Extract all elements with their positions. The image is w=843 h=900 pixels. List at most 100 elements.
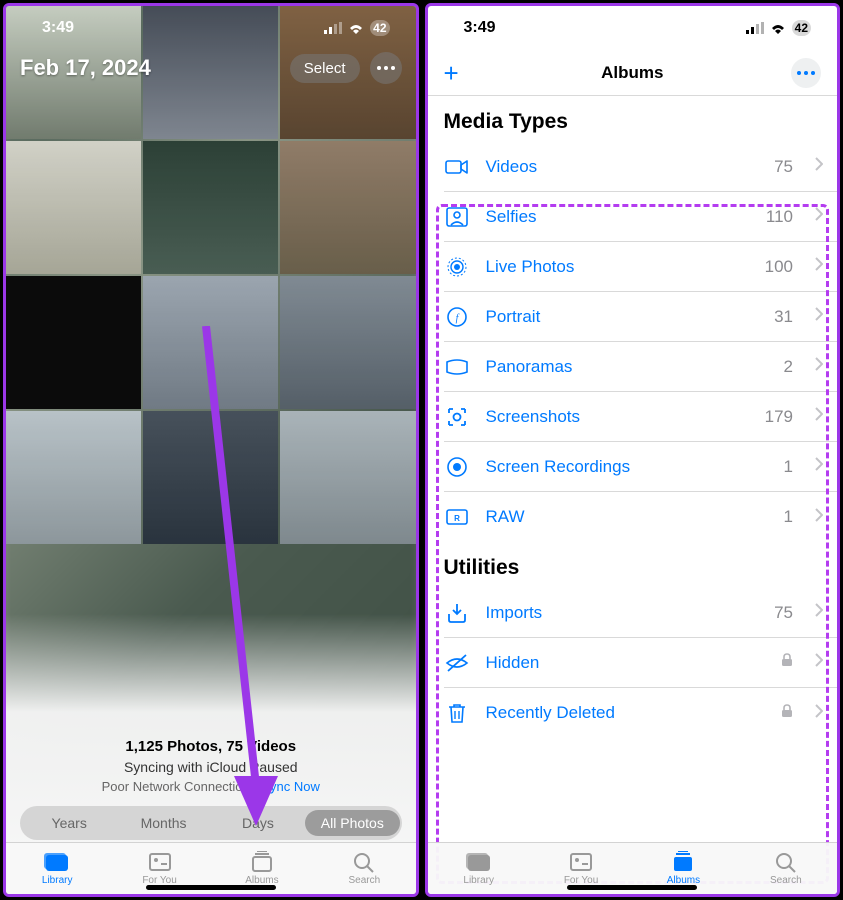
album-row-selfie[interactable]: Selfies110 (444, 192, 838, 242)
battery-indicator: 42 (370, 20, 389, 36)
album-row-count: 2 (784, 357, 793, 377)
phone-library-screen: 3:49 42 Feb 17, 2024 Select 1,125 Photos… (3, 3, 419, 897)
album-row-label: Recently Deleted (486, 703, 762, 723)
search-icon (773, 851, 799, 873)
segment-months[interactable]: Months (116, 810, 210, 836)
chevron-right-icon (815, 307, 823, 326)
trash-icon (444, 702, 470, 724)
library-icon (466, 851, 492, 873)
photo-thumbnail[interactable] (6, 141, 141, 274)
library-count: 1,125 Photos, 75 Videos (125, 738, 296, 755)
svg-text:f: f (455, 313, 459, 324)
segment-days[interactable]: Days (211, 810, 305, 836)
segment-all-photos[interactable]: All Photos (305, 810, 399, 836)
nav-title: Albums (428, 63, 838, 83)
time-scope-segments[interactable]: Years Months Days All Photos (20, 806, 402, 840)
photo-thumbnail[interactable] (280, 276, 415, 409)
photo-thumbnail[interactable] (6, 411, 141, 544)
album-row-imports[interactable]: Imports75 (444, 588, 838, 638)
hidden-icon (444, 652, 470, 674)
photo-thumbnail[interactable] (280, 141, 415, 274)
sync-status: Syncing with iCloud Paused (124, 759, 298, 775)
add-album-button[interactable]: + (444, 60, 459, 86)
album-row-hidden[interactable]: Hidden (444, 638, 838, 688)
library-icon (44, 851, 70, 873)
album-row-count: 75 (774, 603, 793, 623)
battery-indicator: 42 (792, 20, 811, 36)
album-row-trash[interactable]: Recently Deleted (444, 688, 838, 738)
video-icon (444, 156, 470, 178)
album-row-portrait[interactable]: fPortrait31 (444, 292, 838, 342)
media-types-list: Videos 75 Selfies110 Live Photos 100 f Portrai… (444, 142, 838, 542)
photo-thumbnail[interactable] (143, 141, 278, 274)
ellipsis-icon (797, 71, 815, 75)
utilities-list: Imports75 Hidden Recently Deleted (444, 588, 838, 738)
album-row-count: 75 (774, 157, 793, 177)
select-button[interactable]: Select (290, 54, 360, 83)
album-row-pano[interactable]: Panoramas2 (444, 342, 838, 392)
tab-library[interactable]: Library (428, 843, 530, 894)
portrait-icon: f (444, 306, 470, 328)
chevron-right-icon (815, 704, 823, 723)
album-row-label: Portrait (486, 307, 759, 327)
album-row-count: 1 (784, 507, 793, 527)
imports-icon (444, 602, 470, 624)
chevron-right-icon (815, 508, 823, 527)
photo-thumbnail[interactable] (143, 276, 278, 409)
albums-icon (249, 851, 275, 873)
chevron-right-icon (815, 457, 823, 476)
status-icons: 42 (324, 20, 389, 36)
album-row-live[interactable]: Live Photos 100 (444, 242, 838, 292)
tab-search[interactable]: Search (313, 843, 415, 894)
lock-icon (781, 704, 793, 723)
section-utilities-title: Utilities (428, 542, 838, 588)
album-row-label: Hidden (486, 653, 762, 673)
photo-thumbnail[interactable] (280, 411, 415, 544)
tab-library[interactable]: Library (6, 843, 108, 894)
album-row-label: Live Photos (486, 257, 749, 277)
chevron-right-icon (815, 603, 823, 622)
album-row-count: 1 (784, 457, 793, 477)
chevron-right-icon (815, 407, 823, 426)
album-row-video[interactable]: Videos 75 (444, 142, 838, 192)
for-you-icon (147, 851, 173, 873)
pano-icon (444, 356, 470, 378)
tab-search[interactable]: Search (735, 843, 837, 894)
chevron-right-icon (815, 257, 823, 276)
album-row-screenshot[interactable]: Screenshots179 (444, 392, 838, 442)
chevron-right-icon (815, 207, 823, 226)
status-time: 3:49 (464, 19, 496, 37)
albums-scroll[interactable]: Media Types Videos75Selfies110Live Photo… (428, 96, 838, 894)
lock-icon (781, 653, 793, 672)
selfie-icon (444, 206, 470, 228)
album-row-count: 110 (766, 207, 793, 227)
status-bar: 3:49 42 (428, 6, 838, 50)
live-icon (444, 256, 470, 278)
album-row-label: Screenshots (486, 407, 749, 427)
library-date: Feb 17, 2024 (20, 55, 151, 81)
for-you-icon (568, 851, 594, 873)
cellular-icon (324, 22, 342, 34)
screenshot-icon (444, 406, 470, 428)
album-row-count: 100 (765, 257, 793, 277)
more-button[interactable] (370, 52, 402, 84)
chevron-right-icon (815, 653, 823, 672)
sync-now-link[interactable]: Sync Now (261, 779, 320, 794)
photo-thumbnail[interactable] (143, 411, 278, 544)
screenrec-icon (444, 456, 470, 478)
home-indicator[interactable] (567, 885, 697, 890)
album-row-raw[interactable]: RRAW1 (444, 492, 838, 542)
status-icons: 42 (746, 20, 811, 36)
albums-nav-bar: + Albums (428, 50, 838, 96)
album-row-screenrec[interactable]: Screen Recordings1 (444, 442, 838, 492)
segment-years[interactable]: Years (22, 810, 116, 836)
album-row-label: Videos (486, 157, 759, 177)
ellipsis-icon (377, 66, 395, 70)
photo-thumbnail[interactable] (6, 276, 141, 409)
raw-icon: R (444, 506, 470, 528)
wifi-icon (348, 22, 364, 34)
phone-albums-screen: 3:49 42 + Albums Media Types Videos75Sel… (425, 3, 841, 897)
more-button[interactable] (791, 58, 821, 88)
home-indicator[interactable] (146, 885, 276, 890)
cellular-icon (746, 22, 764, 34)
